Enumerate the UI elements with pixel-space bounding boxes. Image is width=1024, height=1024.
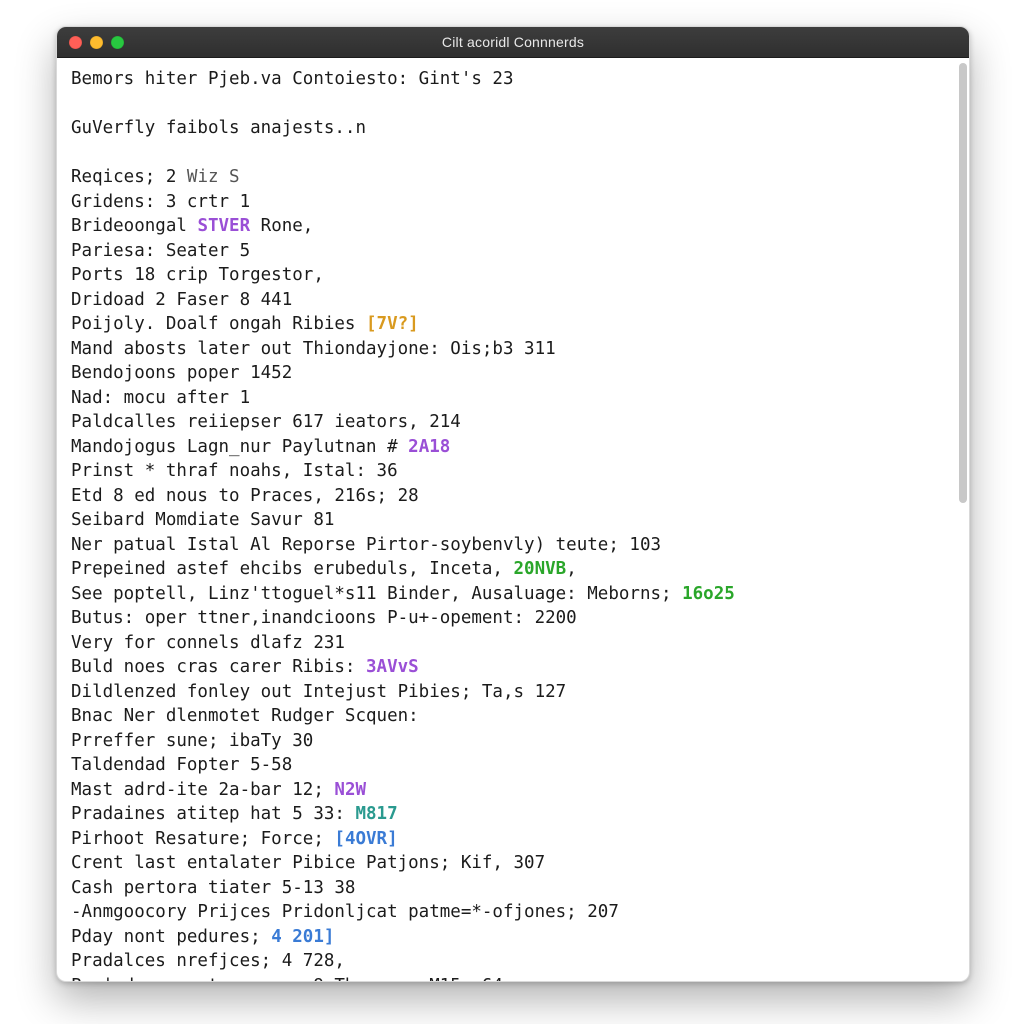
terminal-segment: Pday nont pedures; <box>71 927 271 947</box>
terminal-line: Crent last entalater Pibice Patjons; Kif… <box>71 851 943 876</box>
terminal-segment: Wiz S <box>187 167 240 187</box>
terminal-line: Pariesa: Seater 5 <box>71 239 943 264</box>
terminal-line: Butus: oper ttner,inandcioons P-u+-opeme… <box>71 606 943 631</box>
terminal-line: Mand abosts later out Thiondayjone: Ois;… <box>71 337 943 362</box>
terminal-segment: Pan| dage; out arouner 9 The mas: M15; 6… <box>71 976 503 982</box>
terminal-segment: STVER <box>197 216 250 236</box>
terminal-segment: M817 <box>355 804 397 824</box>
vertical-scrollbar[interactable] <box>957 57 969 981</box>
terminal-segment: Mandojogus Lagn_nur Paylutnan # <box>71 437 408 457</box>
terminal-line <box>71 141 943 166</box>
terminal-segment: [7V?] <box>366 314 419 334</box>
terminal-segment: Seibard Momdiate Savur 81 <box>71 510 334 530</box>
terminal-line: Seibard Momdiate Savur 81 <box>71 508 943 533</box>
terminal-window: Cilt acoridl Connnerds Bemors hiter Pjeb… <box>56 26 970 982</box>
terminal-line <box>71 92 943 117</box>
terminal-line: Mandojogus Lagn_nur Paylutnan # 2A18 <box>71 435 943 460</box>
terminal-segment: -Anmgoocory Prijces Pridonljcat patme=*-… <box>71 902 619 922</box>
terminal-segment: Bnac Ner dlenmotet Rudger Scquen: <box>71 706 419 726</box>
terminal-line: Gridens: 3 crtr 1 <box>71 190 943 215</box>
terminal-output[interactable]: Bemors hiter Pjeb.va Contoiesto: Gint's … <box>57 57 957 981</box>
terminal-segment: Gridens: 3 crtr 1 <box>71 192 250 212</box>
terminal-segment: 3AVvS <box>366 657 419 677</box>
terminal-line: Nad: mocu after 1 <box>71 386 943 411</box>
zoom-window-button[interactable] <box>111 36 124 49</box>
terminal-segment: See poptell, Linz'ttoguel*s11 Binder, Au… <box>71 584 682 604</box>
terminal-segment: GuVerfly faibols anajests..n <box>71 118 366 138</box>
terminal-line: Bendojoons poper 1452 <box>71 361 943 386</box>
terminal-segment: Ner patual Istal Al Reporse Pirtor-soybe… <box>71 535 661 555</box>
terminal-segment: Prinst * thraf noahs, Istal: 36 <box>71 461 398 481</box>
terminal-segment: Butus: oper ttner,inandcioons P-u+-opeme… <box>71 608 577 628</box>
terminal-line: Poijoly. Doalf ongah Ribies [7V?] <box>71 312 943 337</box>
terminal-line: -Anmgoocory Prijces Pridonljcat patme=*-… <box>71 900 943 925</box>
terminal-line: Prepeined astef ehcibs erubeduls, Inceta… <box>71 557 943 582</box>
terminal-line: Pday nont pedures; 4 201] <box>71 925 943 950</box>
terminal-segment: Poijoly. Doalf ongah Ribies <box>71 314 366 334</box>
terminal-line: Pradalces nrefjces; 4 728, <box>71 949 943 974</box>
terminal-segment: Pradalces nrefjces; 4 728, <box>71 951 345 971</box>
terminal-line: See poptell, Linz'ttoguel*s11 Binder, Au… <box>71 582 943 607</box>
minimize-window-button[interactable] <box>90 36 103 49</box>
terminal-line: Paldcalles reiiepser 617 ieators, 214 <box>71 410 943 435</box>
terminal-segment: [4OVR] <box>334 829 397 849</box>
terminal-segment: Bemors hiter Pjeb.va Contoiesto: Gint's … <box>71 69 514 89</box>
terminal-line: Dridoad 2 Faser 8 441 <box>71 288 943 313</box>
terminal-line: Pirhoot Resature; Force; [4OVR] <box>71 827 943 852</box>
terminal-segment: 16o25 <box>682 584 735 604</box>
terminal-line: Etd 8 ed nous to Praces, 216s; 28 <box>71 484 943 509</box>
close-window-button[interactable] <box>69 36 82 49</box>
terminal-segment: Mand abosts later out Thiondayjone: Ois;… <box>71 339 556 359</box>
terminal-segment: Paldcalles reiiepser 617 ieators, 214 <box>71 412 461 432</box>
terminal-line: Buld noes cras carer Ribis: 3AVvS <box>71 655 943 680</box>
terminal-segment: 20NVB <box>514 559 567 579</box>
terminal-segment: , <box>566 559 577 579</box>
terminal-line: Ner patual Istal Al Reporse Pirtor-soybe… <box>71 533 943 558</box>
terminal-segment: Nad: mocu after 1 <box>71 388 250 408</box>
terminal-line: Bemors hiter Pjeb.va Contoiesto: Gint's … <box>71 67 943 92</box>
content-area: Bemors hiter Pjeb.va Contoiesto: Gint's … <box>57 57 969 981</box>
window-controls <box>69 36 124 49</box>
terminal-segment: 2A18 <box>408 437 450 457</box>
terminal-segment: Dridoad 2 Faser 8 441 <box>71 290 292 310</box>
terminal-segment: Bendojoons poper 1452 <box>71 363 292 383</box>
terminal-line: Prreffer sune; ibaTy 30 <box>71 729 943 754</box>
terminal-line: Bnac Ner dlenmotet Rudger Scquen: <box>71 704 943 729</box>
terminal-line: Prinst * thraf noahs, Istal: 36 <box>71 459 943 484</box>
terminal-segment: Pirhoot Resature; Force; <box>71 829 334 849</box>
terminal-line: Cash pertora tiater 5-13 38 <box>71 876 943 901</box>
terminal-segment: Dildlenzed fonley out Intejust Pibies; T… <box>71 682 566 702</box>
terminal-segment: Prreffer sune; ibaTy 30 <box>71 731 313 751</box>
terminal-segment: Ports 18 crip Torgestor, <box>71 265 324 285</box>
terminal-segment: Pariesa: Seater 5 <box>71 241 250 261</box>
terminal-segment: Crent last entalater Pibice Patjons; Kif… <box>71 853 545 873</box>
terminal-segment: Etd 8 ed nous to Praces, 216s; 28 <box>71 486 419 506</box>
terminal-segment: 4 201] <box>271 927 334 947</box>
terminal-segment: Cash pertora tiater 5-13 38 <box>71 878 355 898</box>
terminal-line: Taldendad Fopter 5-58 <box>71 753 943 778</box>
terminal-segment: Reqices; 2 <box>71 167 187 187</box>
terminal-segment: Pradaines atitep hat 5 33: <box>71 804 355 824</box>
terminal-segment: Rone, <box>250 216 313 236</box>
terminal-segment: Taldendad Fopter 5-58 <box>71 755 292 775</box>
terminal-segment: Very for connels dlafz 231 <box>71 633 345 653</box>
terminal-line: Dildlenzed fonley out Intejust Pibies; T… <box>71 680 943 705</box>
terminal-line: Pan| dage; out arouner 9 The mas: M15; 6… <box>71 974 943 982</box>
terminal-segment: Brideoongal <box>71 216 197 236</box>
terminal-line: Very for connels dlafz 231 <box>71 631 943 656</box>
terminal-line: Mast adrd-ite 2a-bar 12; N2W <box>71 778 943 803</box>
terminal-line: Brideoongal STVER Rone, <box>71 214 943 239</box>
terminal-segment: Mast adrd-ite 2a-bar 12; <box>71 780 334 800</box>
window-title: Cilt acoridl Connnerds <box>57 34 969 50</box>
window-titlebar[interactable]: Cilt acoridl Connnerds <box>57 27 969 58</box>
terminal-segment: Prepeined astef ehcibs erubeduls, Inceta… <box>71 559 514 579</box>
terminal-line: Ports 18 crip Torgestor, <box>71 263 943 288</box>
terminal-line: Reqices; 2 Wiz S <box>71 165 943 190</box>
terminal-segment: N2W <box>334 780 366 800</box>
scrollbar-thumb[interactable] <box>959 63 967 503</box>
terminal-segment: Buld noes cras carer Ribis: <box>71 657 366 677</box>
terminal-line: Pradaines atitep hat 5 33: M817 <box>71 802 943 827</box>
terminal-line: GuVerfly faibols anajests..n <box>71 116 943 141</box>
